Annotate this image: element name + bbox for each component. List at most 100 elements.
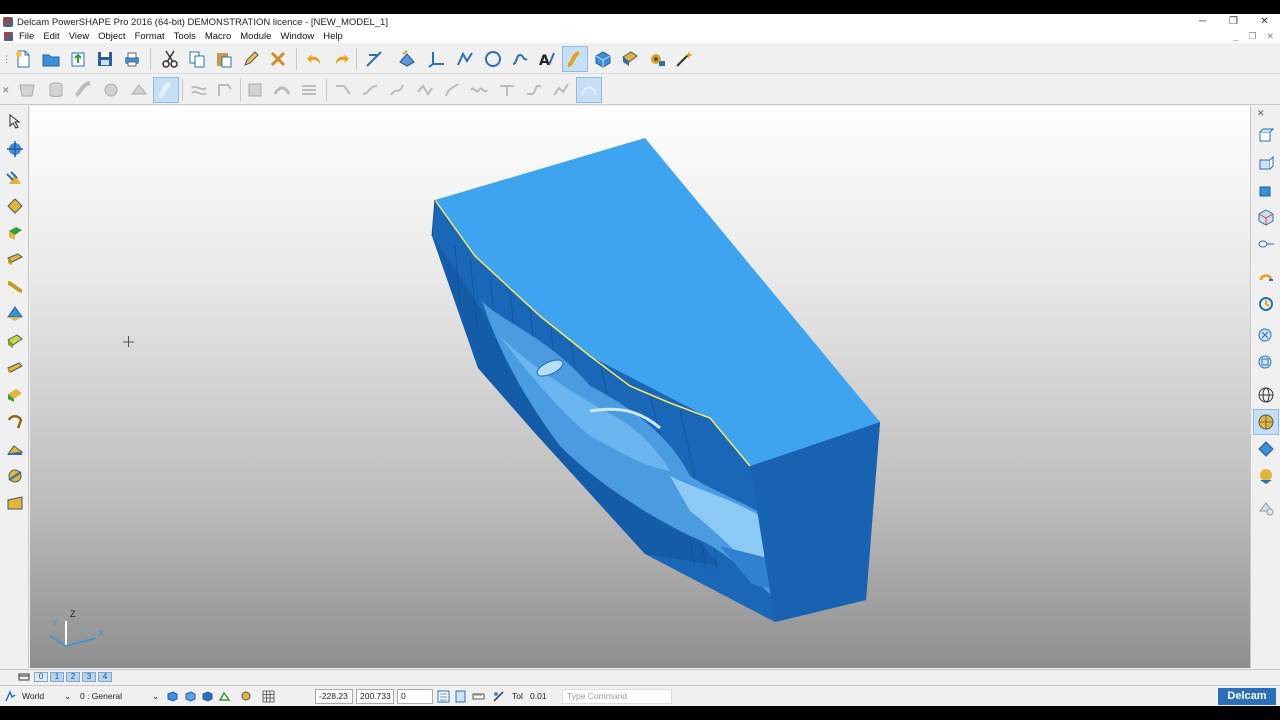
cut-icon[interactable] — [157, 46, 183, 72]
revolve-icon[interactable] — [98, 77, 124, 103]
block-icon[interactable] — [2, 220, 27, 245]
menu-macro[interactable]: Macro — [205, 31, 231, 42]
morph-icon[interactable] — [439, 77, 465, 103]
view-spin-icon[interactable] — [1253, 291, 1279, 317]
extend-icon[interactable] — [384, 77, 410, 103]
repair-icon[interactable] — [548, 77, 574, 103]
material-view-icon[interactable] — [1253, 463, 1279, 489]
layer-tab-1[interactable]: 1 — [50, 671, 64, 682]
spine-icon[interactable] — [357, 77, 383, 103]
smart-surface-icon[interactable] — [153, 77, 179, 103]
layer-tab-4[interactable]: 4 — [98, 671, 112, 682]
extrude-icon[interactable] — [126, 77, 152, 103]
layer-tab-0[interactable]: 0 — [34, 671, 48, 682]
zoom-box-icon[interactable] — [1253, 350, 1279, 376]
electrode-icon[interactable] — [644, 46, 670, 72]
level-select[interactable]: 0 : General — [80, 689, 122, 704]
view-right-icon[interactable] — [1253, 177, 1279, 203]
swept-icon[interactable] — [2, 463, 27, 488]
revolution-icon[interactable] — [2, 436, 27, 461]
menu-edit[interactable]: Edit — [43, 31, 59, 42]
doc-close-button[interactable]: ✕ — [1266, 30, 1274, 43]
spring-icon[interactable] — [2, 355, 27, 380]
cone-icon[interactable] — [2, 274, 27, 299]
select-all-icon[interactable] — [166, 690, 179, 703]
shaded-edges-icon[interactable] — [1253, 436, 1279, 462]
minimize-button[interactable]: ─ — [1187, 14, 1218, 30]
extrusion-icon[interactable] — [2, 409, 27, 434]
tolerance-icon[interactable] — [492, 690, 505, 703]
command-input[interactable]: Type Command — [562, 689, 672, 704]
import-icon[interactable] — [65, 46, 91, 72]
workplane-select[interactable]: World — [22, 689, 44, 704]
text-icon[interactable]: A — [534, 46, 560, 72]
close-button[interactable]: ✕ — [1249, 14, 1280, 30]
select-wireframe-icon[interactable] — [218, 690, 231, 703]
position-icon[interactable] — [454, 690, 467, 703]
save-icon[interactable] — [92, 46, 118, 72]
view-rotate-icon[interactable] — [1253, 264, 1279, 290]
circle-icon[interactable] — [480, 46, 506, 72]
tangent-icon[interactable] — [412, 77, 438, 103]
undo-icon[interactable] — [302, 46, 328, 72]
wrap-icon[interactable] — [521, 77, 547, 103]
document-icon[interactable] — [4, 32, 13, 41]
menu-help[interactable]: Help — [323, 31, 343, 42]
select-arrow-icon[interactable] — [2, 108, 27, 133]
layer-tab-2[interactable]: 2 — [66, 671, 80, 682]
view-orbit-icon[interactable] — [1253, 232, 1279, 258]
menu-object[interactable]: Object — [98, 31, 125, 42]
surface-icon[interactable] — [562, 46, 588, 72]
select-surfaces-icon[interactable] — [184, 690, 197, 703]
workplane-dropdown-icon[interactable]: ⌄ — [64, 689, 71, 704]
project-icon[interactable] — [494, 77, 520, 103]
doc-restore-button[interactable]: ❐ — [1248, 30, 1256, 43]
cylinder-tool-icon[interactable] — [2, 247, 27, 272]
units-icon[interactable] — [472, 690, 485, 703]
wizard-icon[interactable] — [671, 46, 697, 72]
print-icon[interactable] — [119, 46, 145, 72]
drive-curve-icon[interactable] — [212, 77, 238, 103]
menu-window[interactable]: Window — [280, 31, 314, 42]
boundary-icon[interactable] — [576, 77, 602, 103]
shaded-view-icon[interactable] — [1253, 409, 1279, 435]
blend-icon[interactable] — [70, 77, 96, 103]
new-file-icon[interactable] — [10, 46, 36, 72]
cylinder-icon[interactable] — [43, 77, 69, 103]
layer-manager-icon[interactable] — [18, 672, 32, 682]
x-coordinate-field[interactable]: -228.23 — [315, 689, 353, 704]
delete-icon[interactable] — [265, 46, 291, 72]
point-icon[interactable] — [2, 166, 27, 191]
split-icon[interactable] — [296, 77, 322, 103]
primitive-icon[interactable] — [2, 382, 27, 407]
z-coordinate-field[interactable]: 0 — [397, 689, 433, 704]
zoom-fit-icon[interactable] — [1253, 323, 1279, 349]
fillet-icon[interactable] — [242, 77, 268, 103]
layer-tab-3[interactable]: 3 — [82, 671, 96, 682]
view-iso-icon[interactable] — [1253, 204, 1279, 230]
graphics-viewport[interactable]: Z Y X — [30, 106, 1250, 668]
offset-icon[interactable] — [269, 77, 295, 103]
menu-module[interactable]: Module — [240, 31, 271, 42]
paste-icon[interactable] — [211, 46, 237, 72]
workplane-icon[interactable] — [424, 46, 450, 72]
menu-file[interactable]: File — [19, 31, 34, 42]
toolbar-close-icon[interactable]: ✕ — [2, 85, 10, 96]
view-top-icon[interactable] — [1253, 122, 1279, 148]
torus-icon[interactable] — [2, 328, 27, 353]
curve-surface-icon[interactable] — [186, 77, 212, 103]
menu-format[interactable]: Format — [135, 31, 165, 42]
calculator-icon[interactable] — [437, 690, 450, 703]
select-solids-icon[interactable] — [201, 690, 214, 703]
menu-tools[interactable]: Tools — [174, 31, 196, 42]
selection-filter-icon[interactable] — [240, 690, 253, 703]
menu-view[interactable]: View — [69, 31, 89, 42]
sketch-icon[interactable] — [361, 46, 387, 72]
feature-icon[interactable] — [2, 490, 27, 515]
lighting-icon[interactable] — [1253, 495, 1279, 521]
tolerance-value[interactable]: 0.01 — [530, 689, 547, 704]
edit-pen-icon[interactable] — [238, 46, 264, 72]
plane-icon[interactable] — [2, 193, 27, 218]
restore-button[interactable]: ❐ — [1218, 14, 1249, 30]
grid-icon[interactable] — [262, 690, 275, 703]
